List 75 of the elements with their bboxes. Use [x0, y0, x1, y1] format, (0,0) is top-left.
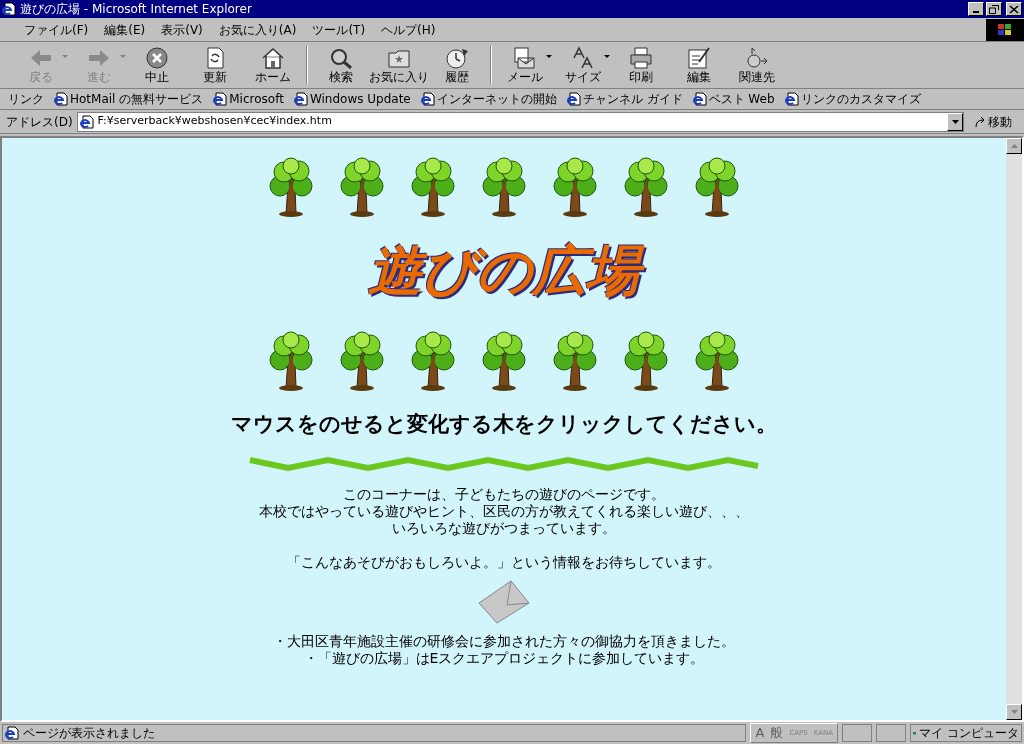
ie-page-icon [5, 726, 19, 740]
status-text: ページが表示されました [23, 725, 155, 742]
minimize-button[interactable] [968, 2, 984, 16]
ie-page-icon [784, 92, 799, 106]
scroll-down-button[interactable] [1006, 704, 1022, 720]
link-item[interactable]: ベスト Web [692, 90, 775, 108]
intro-text: いろいろな遊びがつまっています。 [392, 520, 616, 537]
zone-panel: マイ コンピュータ [910, 724, 1022, 742]
ie-page-icon [2, 2, 16, 16]
ie-page-icon [293, 92, 308, 106]
close-button[interactable] [1006, 2, 1022, 16]
font-size-icon [570, 45, 596, 70]
menu-item[interactable]: 編集(E) [96, 20, 154, 39]
home-icon [260, 45, 286, 70]
link-item[interactable]: Windows Update [293, 90, 411, 108]
request-text: 「こんなあそびがおもしろいよ。」という情報をお待ちしています。 [287, 554, 721, 571]
discussion-icon [744, 45, 770, 70]
link-item[interactable]: チャンネル ガイド [566, 90, 683, 108]
ime-indicator[interactable]: 般 [770, 723, 784, 743]
address-field[interactable]: F:¥serverback¥webshosen¥cec¥index.htm [76, 111, 964, 132]
address-label: アドレス(D) [6, 113, 73, 131]
window-title: 遊びの広場 - Microsoft Internet Explorer [20, 3, 252, 15]
caret-icon [951, 119, 959, 124]
mail-icon [512, 45, 538, 70]
link-item[interactable]: Microsoft [213, 90, 284, 108]
intro-text: このコーナーは、子どもたちの遊びのページです。 [343, 486, 665, 503]
toolbar-button[interactable]: 印刷 [612, 43, 670, 87]
toolbar-button[interactable]: サイズ [554, 43, 612, 87]
up-caret-icon [1010, 144, 1018, 148]
link-item[interactable]: リンクのカスタマイズ [784, 90, 921, 108]
dropdown-button[interactable] [947, 112, 963, 131]
restore-button[interactable] [986, 2, 1002, 16]
scrollbar[interactable] [1006, 138, 1022, 720]
links-label: リンク [8, 91, 44, 108]
menu-item[interactable]: 表示(V) [153, 20, 211, 39]
note-text: ・大田区青年施設主催の研修会に参加された方々の御協力を頂きました。 [273, 633, 735, 650]
toolbar-button[interactable]: 中止 [128, 43, 186, 87]
restore-icon [989, 4, 999, 14]
menu-item[interactable]: お気に入り(A) [210, 20, 305, 39]
down-caret-icon [1010, 710, 1018, 714]
page-heading: マウスをのせると変化する木をクリックしてください。 [231, 411, 777, 438]
windows-logo-icon [997, 22, 1013, 37]
ie-page-icon [54, 92, 68, 106]
menu-item[interactable]: ツール(T) [304, 20, 374, 39]
toolbar-button[interactable]: メール [496, 43, 554, 87]
intro-text: 本校ではやっている遊びやヒント、区民の方が教えてくれる楽しい遊び、、、 [259, 503, 749, 520]
toolbar-button[interactable]: 更新 [186, 43, 244, 87]
status-panel [876, 724, 906, 742]
arrow-icon [974, 115, 986, 128]
go-button[interactable]: 移動 [968, 112, 1018, 131]
ie-page-icon [566, 92, 581, 106]
ie-page-icon [692, 92, 707, 106]
toolbar-button[interactable]: 関連先 [728, 43, 786, 87]
menu-item[interactable]: ヘルプ(H) [373, 20, 444, 39]
minimize-icon [973, 11, 979, 13]
printer-icon [628, 45, 654, 70]
menu-item[interactable]: ファイル(F) [16, 20, 97, 39]
scroll-up-button[interactable] [1006, 138, 1022, 154]
ie-page-icon [79, 114, 94, 129]
page-logo: 遊びの広場 [358, 232, 650, 310]
toolbar-button[interactable]: お気に入り [370, 43, 428, 87]
toolbar-button[interactable]: 検索 [312, 43, 370, 87]
stop-icon [144, 45, 170, 70]
status-panel [842, 724, 872, 742]
toolbar-button[interactable]: 編集 [670, 43, 728, 87]
notepad-pen-icon [686, 45, 712, 70]
link-item[interactable]: HotMail の無料サービス [54, 90, 204, 108]
envelope-icon[interactable] [477, 579, 531, 625]
toolbar-button[interactable]: 履歴 [428, 43, 486, 87]
toolbar-button[interactable]: ホーム [244, 43, 302, 87]
ie-page-icon [420, 92, 435, 106]
ie-page-icon [213, 92, 228, 106]
link-item[interactable]: インターネットの開始 [420, 90, 557, 108]
note-text: ・「遊びの広場」はEスクエアプロジェクトに参加しています。 [303, 650, 705, 667]
close-icon [1009, 4, 1019, 14]
